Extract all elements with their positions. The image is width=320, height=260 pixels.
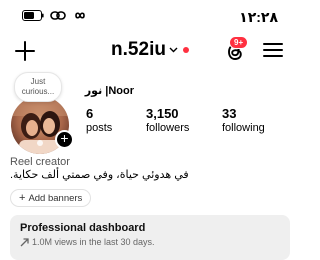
battery-icon (22, 10, 44, 21)
followers-label: followers (146, 122, 190, 134)
plus-icon: + (19, 192, 26, 204)
followers-stat[interactable]: 3,150 followers (146, 106, 189, 134)
add-banners-label: Add banners (28, 192, 83, 204)
menu-icon[interactable] (263, 42, 283, 58)
notification-badge: 9+ (229, 36, 249, 49)
posts-stat[interactable]: 6 posts (86, 106, 112, 134)
dashboard-title: Professional dashboard (20, 222, 146, 234)
link-icon (50, 11, 66, 20)
add-banners-button[interactable]: + Add banners (10, 189, 92, 207)
following-label: following (222, 122, 265, 134)
followers-count: 3,150 (146, 106, 179, 121)
posts-count: 6 (86, 106, 94, 121)
following-stat[interactable]: 33 following (222, 106, 265, 134)
account-switcher-button[interactable]: n.52iu (111, 39, 189, 61)
infinity-icon (75, 12, 85, 19)
add-story-button[interactable]: + (55, 130, 74, 149)
status-clock: ١٢:٢٨ (239, 9, 278, 25)
status-bar: ١٢:٢٨ (0, 0, 300, 34)
posts-label: posts (86, 122, 113, 134)
dashboard-subtitle: 1.0M views in the last 30 days. (32, 237, 155, 247)
username: n.52iu (111, 39, 166, 60)
unread-dot (182, 47, 189, 53)
status-icons (22, 10, 88, 21)
professional-dashboard[interactable]: Professional dashboard 1.0M views in the… (10, 215, 290, 260)
profile-category: Reel creator (10, 156, 70, 168)
profile-header: n.52iu 9+ (0, 34, 300, 68)
note-text: Just curious... (21, 77, 55, 96)
following-count: 33 (222, 106, 237, 121)
account-switcher: n.52iu (0, 39, 300, 61)
note-bubble[interactable]: Just curious... (14, 72, 62, 102)
plus-icon: + (60, 130, 69, 146)
trend-arrow-icon (20, 237, 29, 246)
chevron-down-icon (169, 47, 178, 53)
dashboard-subtitle-row: 1.0M views in the last 30 days. (20, 237, 155, 247)
bio-text: في هدوئي حياة، وفي صمتي ألف حكاية. (10, 169, 189, 181)
